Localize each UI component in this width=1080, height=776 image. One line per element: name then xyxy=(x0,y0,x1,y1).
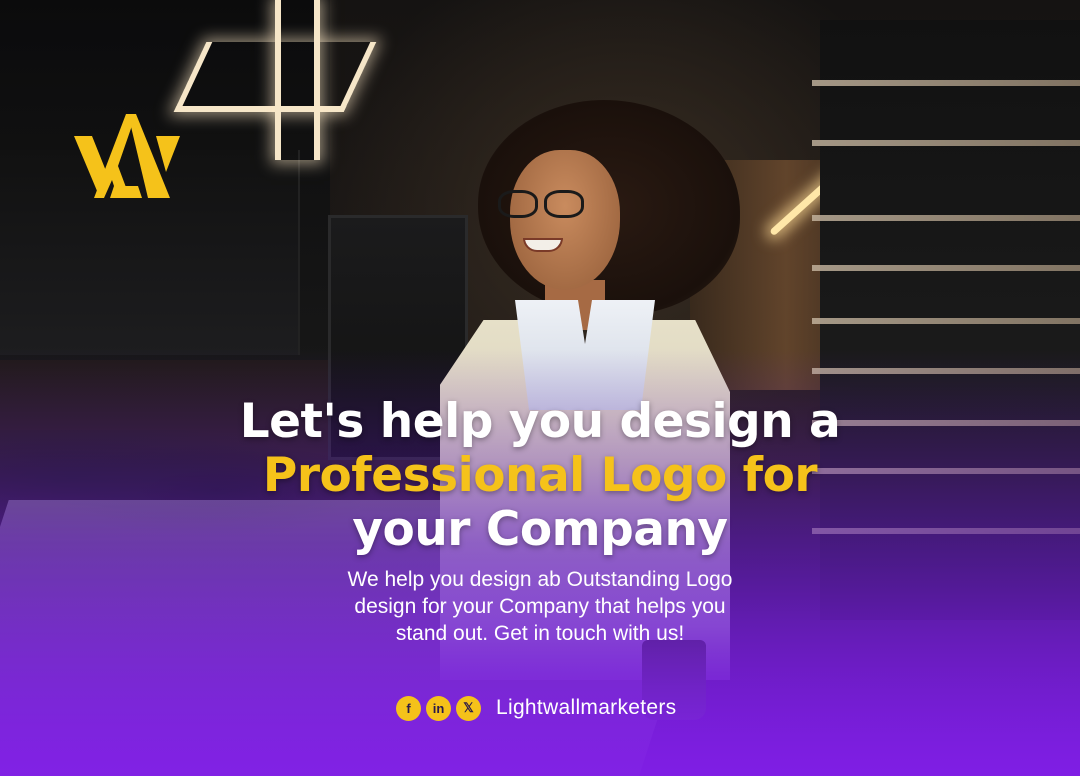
headline-line-3: your Company xyxy=(352,502,728,557)
headline-line-1: Let's help you design a xyxy=(239,394,841,449)
poster: Let's help you design a Professional Log… xyxy=(0,0,1080,776)
subtext-line: We help you design ab Outstanding Logo xyxy=(347,568,733,591)
lightwall-logo-icon xyxy=(74,114,180,198)
social-handle[interactable]: Lightwallmarketers xyxy=(496,696,676,720)
subtext-line: design for your Company that helps you xyxy=(354,595,726,618)
facebook-icon[interactable]: f xyxy=(396,695,421,721)
linkedin-icon[interactable]: in xyxy=(426,695,451,721)
social-bar: f in 𝕏 Lightwallmarketers xyxy=(396,694,676,722)
subtext: We help you design ab Outstanding Logo d… xyxy=(290,566,790,647)
subtext-line: stand out. Get in touch with us! xyxy=(395,622,685,645)
headline-line-2-highlight: Professional Logo for xyxy=(262,448,818,503)
x-twitter-icon[interactable]: 𝕏 xyxy=(456,695,481,721)
